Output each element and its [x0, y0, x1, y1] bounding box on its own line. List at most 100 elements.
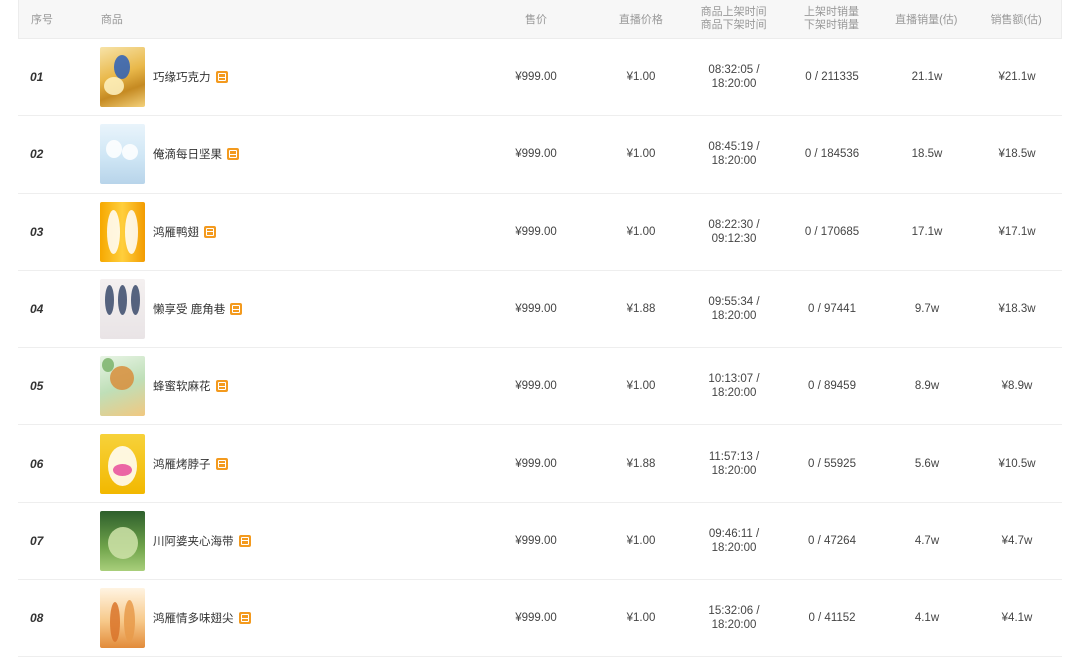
time-down: 18:20:00: [711, 155, 757, 168]
thumbnail-shape: [122, 144, 138, 161]
table-body: 01 巧缘巧克力 ¥999.00 ¥1.00 08:32:05 / 18:20:…: [18, 39, 1062, 657]
product-tag-icon[interactable]: [204, 225, 216, 238]
time-up: 15:32:06 /: [708, 605, 760, 618]
product-thumbnail[interactable]: [100, 433, 145, 494]
time-up: 09:55:34 /: [708, 296, 760, 309]
product-sales-table: 序号 商品 售价 直播价格 商品上架时间 商品下架时间 上架时销量 下架时销量 …: [18, 0, 1062, 657]
stock-cell: 0 / 184536: [804, 148, 860, 161]
time-up: 08:22:30 /: [708, 218, 760, 231]
live-price-cell: ¥1.88: [626, 457, 656, 470]
row-index: 05: [30, 379, 44, 394]
time-up: 08:32:05 /: [708, 64, 760, 77]
thumbnail-shape: [104, 77, 124, 96]
product-tag-icon[interactable]: [215, 380, 228, 393]
time-cell: 09:46:11 / 18:20:00: [686, 527, 782, 555]
stock-cell: 0 / 55925: [808, 457, 856, 470]
price-cell: ¥999.00: [515, 612, 557, 625]
product-tag-icon[interactable]: [215, 457, 228, 470]
product-thumbnail[interactable]: [100, 510, 145, 571]
header-time[interactable]: 商品上架时间 商品下架时间: [686, 6, 782, 32]
header-time-up: 商品上架时间: [700, 6, 767, 18]
header-product: 商品: [100, 14, 123, 26]
header-time-down: 商品下架时间: [700, 19, 767, 31]
time-down: 18:20:00: [711, 387, 757, 400]
row-index: 03: [30, 224, 44, 239]
product-name[interactable]: 巧缘巧克力: [153, 69, 211, 85]
row-index: 06: [30, 456, 44, 471]
time-cell: 08:32:05 / 18:20:00: [686, 63, 782, 91]
product-name[interactable]: 俺滴每日坚果: [153, 146, 222, 162]
stock-cell: 0 / 170685: [804, 225, 860, 238]
header-live-volume[interactable]: 直播销量(估): [881, 11, 971, 27]
time-down: 09:12:30: [711, 232, 757, 245]
product-thumbnail[interactable]: [100, 356, 145, 417]
stock-cell: 0 / 89459: [808, 380, 856, 393]
row-index: 07: [30, 533, 44, 548]
product-name[interactable]: 鸿雁烤脖子: [153, 456, 211, 472]
product-thumbnail[interactable]: [100, 588, 145, 649]
thumbnail-shape: [108, 526, 138, 559]
product-thumbnail[interactable]: [100, 124, 145, 185]
table-row[interactable]: 06 鸿雁烤脖子 ¥999.00 ¥1.88 11:57:13 / 18:20:…: [18, 425, 1062, 503]
table-row[interactable]: 04 懒享受 鹿角巷 ¥999.00 ¥1.88 09:55:34 / 18:2…: [18, 271, 1062, 349]
time-cell: 09:55:34 / 18:20:00: [686, 295, 782, 323]
sales-amount-cell: ¥4.1w: [1001, 612, 1033, 625]
sales-amount-cell: ¥8.9w: [1001, 380, 1033, 393]
thumbnail-shape: [118, 285, 127, 316]
header-sales-amount[interactable]: 销售额(估): [971, 11, 1061, 27]
time-up: 11:57:13 /: [708, 450, 760, 463]
table-row[interactable]: 08 鸿雁情多味翅尖 ¥999.00 ¥1.00 15:32:06 / 18:2…: [18, 580, 1062, 657]
product-name[interactable]: 川阿婆夹心海带: [153, 533, 234, 549]
product-tag-icon[interactable]: [215, 71, 228, 84]
product-thumbnail[interactable]: [100, 201, 145, 262]
product-thumbnail[interactable]: [100, 47, 145, 108]
time-cell: 11:57:13 / 18:20:00: [686, 450, 782, 478]
live-volume-cell: 21.1w: [911, 71, 943, 84]
product-tag-icon[interactable]: [238, 612, 251, 625]
thumbnail-shape: [125, 209, 138, 254]
product-tag-icon[interactable]: [238, 534, 251, 547]
header-stock-up: 上架时销量: [803, 6, 859, 18]
product-name[interactable]: 鸿雁鸭翅: [153, 224, 199, 240]
thumbnail-shape: [110, 602, 120, 643]
product-tag-icon[interactable]: [227, 148, 239, 161]
table-row[interactable]: 03 鸿雁鸭翅 ¥999.00 ¥1.00 08:22:30 / 09:12:3…: [18, 194, 1062, 271]
thumbnail-shape: [110, 366, 134, 391]
live-price-cell: ¥1.00: [626, 148, 656, 161]
product-name[interactable]: 鸿雁情多味翅尖: [153, 610, 234, 626]
table-row[interactable]: 01 巧缘巧克力 ¥999.00 ¥1.00 08:32:05 / 18:20:…: [18, 39, 1062, 117]
header-live-price[interactable]: 直播价格: [596, 11, 686, 27]
stock-cell: 0 / 97441: [808, 303, 856, 316]
time-down: 18:20:00: [711, 464, 757, 477]
sales-amount-cell: ¥18.5w: [998, 148, 1036, 161]
time-down: 18:20:00: [711, 541, 757, 554]
header-price[interactable]: 售价: [476, 11, 596, 27]
time-up: 08:45:19 /: [708, 141, 760, 154]
time-down: 18:20:00: [711, 619, 757, 632]
stock-cell: 0 / 41152: [808, 612, 856, 625]
thumbnail-shape: [107, 209, 120, 254]
live-price-cell: ¥1.00: [626, 380, 656, 393]
thumbnail-shape: [114, 55, 130, 80]
table-row[interactable]: 05 蜂蜜软麻花 ¥999.00 ¥1.00 10:13:07 / 18:20:…: [18, 348, 1062, 426]
stock-cell: 0 / 47264: [808, 534, 856, 547]
time-up: 09:46:11 /: [708, 527, 760, 540]
price-cell: ¥999.00: [515, 71, 557, 84]
time-cell: 15:32:06 / 18:20:00: [686, 604, 782, 632]
table-row[interactable]: 07 川阿婆夹心海带 ¥999.00 ¥1.00 09:46:11 / 18:2…: [18, 503, 1062, 581]
table-row[interactable]: 02 俺滴每日坚果 ¥999.00 ¥1.00 08:45:19 / 18:20…: [18, 116, 1062, 194]
header-stock[interactable]: 上架时销量 下架时销量: [782, 6, 882, 32]
price-cell: ¥999.00: [515, 380, 557, 393]
thumbnail-shape: [113, 463, 132, 476]
product-thumbnail[interactable]: [100, 279, 145, 340]
header-index: 序号: [31, 14, 53, 26]
time-up: 10:13:07 /: [708, 373, 760, 386]
product-name[interactable]: 懒享受 鹿角巷: [153, 301, 225, 317]
time-cell: 08:45:19 / 18:20:00: [686, 140, 782, 168]
thumbnail-shape: [131, 285, 140, 316]
product-name[interactable]: 蜂蜜软麻花: [153, 378, 211, 394]
live-volume-cell: 9.7w: [914, 303, 940, 316]
row-index: 04: [30, 302, 44, 317]
row-index: 08: [30, 611, 44, 626]
product-tag-icon[interactable]: [230, 303, 243, 316]
